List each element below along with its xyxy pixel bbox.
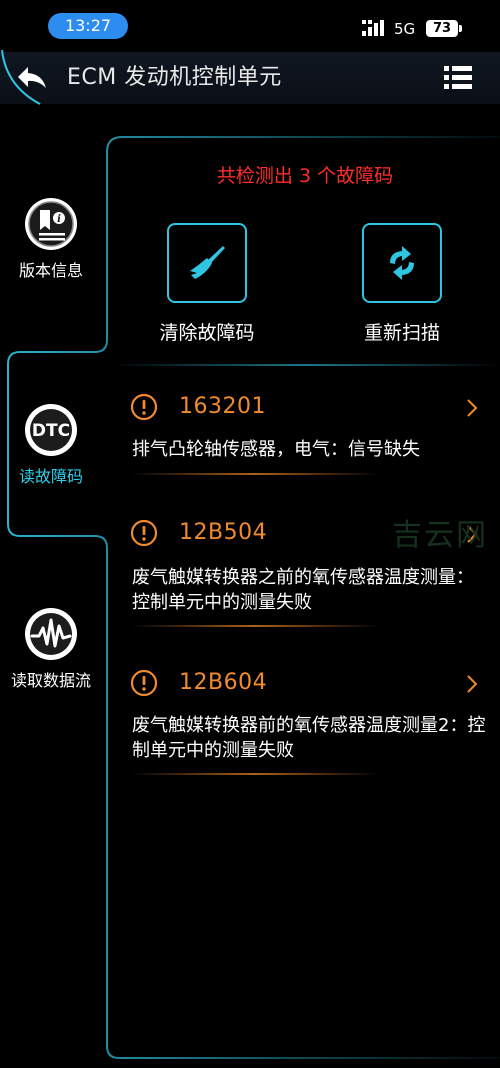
clear-dtc-button[interactable] — [167, 223, 247, 303]
rescan-button[interactable] — [362, 223, 442, 303]
dtc-item[interactable]: 163201 排气凸轮轴传感器，电气：信号缺失 — [120, 393, 490, 483]
svg-text:i: i — [57, 214, 61, 225]
app-header: ECM 发动机控制单元 — [0, 49, 500, 105]
network-type: 5G — [394, 20, 416, 38]
sidebar-item-data-stream[interactable]: 读取数据流 — [0, 606, 102, 691]
status-bar: 13:27 5G 73 — [0, 0, 500, 52]
watermark: 吉云网 — [392, 518, 488, 553]
dtc-item[interactable]: 12B604 废气触媒转换器前的氧传感器温度测量2：控制单元中的测量失败 — [120, 669, 490, 779]
version-info-icon: i — [25, 198, 77, 250]
dtc-summary: 共检测出 3 个故障码 — [216, 165, 394, 187]
status-time: 13:27 — [48, 13, 128, 39]
sidebar-item-label: 版本信息 — [18, 261, 83, 280]
dtc-code: 12B604 — [179, 670, 268, 695]
dtc-code: 163201 — [179, 394, 266, 419]
dtc-icon: DTC — [25, 404, 77, 456]
app-screen: 13:27 5G 73 ECM 发动机控制单元 i 版本信息 DTC 读故障码 … — [0, 0, 500, 1068]
back-arrow-icon[interactable] — [14, 62, 50, 94]
dtc-divider — [130, 473, 380, 475]
rescan-label: 重新扫描 — [363, 322, 440, 344]
battery-tip — [459, 25, 462, 32]
list-menu-icon[interactable] — [444, 65, 472, 91]
refresh-icon — [390, 246, 414, 280]
page-title: ECM 发动机控制单元 — [67, 65, 282, 90]
warning-icon — [130, 519, 158, 547]
signal-icon — [362, 20, 384, 36]
dtc-code: 12B504 — [179, 520, 268, 545]
dtc-divider — [130, 625, 380, 627]
warning-icon — [130, 669, 158, 697]
dtc-description: 废气触媒转换器之前的氧传感器温度测量：控制单元中的测量失败 — [132, 567, 474, 613]
sidebar-item-dtc[interactable]: DTC 读故障码 — [0, 402, 102, 487]
clear-dtc-label: 清除故障码 — [159, 322, 255, 344]
broom-icon — [190, 246, 225, 279]
sidebar-item-version-info[interactable]: i 版本信息 — [0, 196, 102, 281]
dtc-icon-text: DTC — [32, 421, 70, 441]
data-stream-icon — [25, 608, 77, 660]
battery-level: 73 — [426, 20, 458, 37]
chevron-right-icon — [467, 675, 478, 693]
section-divider — [112, 364, 500, 366]
sidebar-item-label: 读故障码 — [18, 467, 83, 486]
sidebar-item-label: 读取数据流 — [11, 671, 92, 690]
dtc-divider — [130, 773, 380, 775]
warning-icon — [130, 393, 158, 421]
dtc-description: 排气凸轮轴传感器，电气：信号缺失 — [132, 439, 420, 460]
dtc-description: 废气触媒转换器前的氧传感器温度测量2：控制单元中的测量失败 — [132, 715, 486, 761]
chevron-right-icon — [467, 399, 478, 417]
